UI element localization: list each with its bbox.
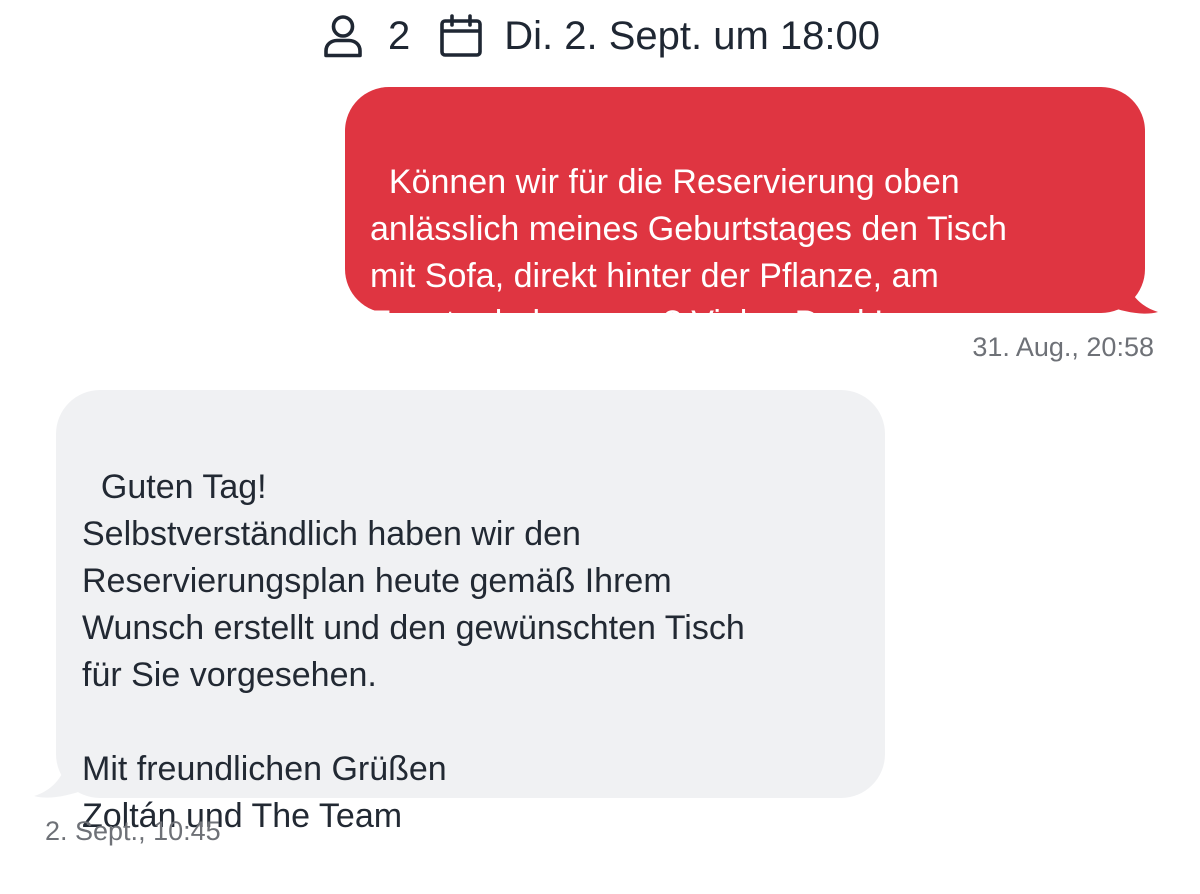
outgoing-message-timestamp: 31. Aug., 20:58 (972, 332, 1154, 362)
incoming-message-text: Guten Tag! Selbstverständlich haben wir … (82, 468, 745, 835)
guest-count: 2 (387, 13, 411, 58)
reservation-date: Di. 2. Sept. um 18:00 (504, 13, 880, 58)
outgoing-message-bubble[interactable]: Können wir für die Reservierung oben anl… (345, 87, 1145, 342)
outgoing-message-text: Können wir für die Reservierung oben anl… (370, 163, 1007, 342)
reservation-header: 2 Di. 2. Sept. um 18:00 (0, 6, 1200, 66)
calendar-icon (438, 13, 484, 59)
incoming-message-bubble[interactable]: Guten Tag! Selbstverständlich haben wir … (56, 390, 885, 835)
incoming-message-timestamp: 2. Sept., 10:45 (45, 816, 221, 846)
person-icon (320, 13, 366, 59)
